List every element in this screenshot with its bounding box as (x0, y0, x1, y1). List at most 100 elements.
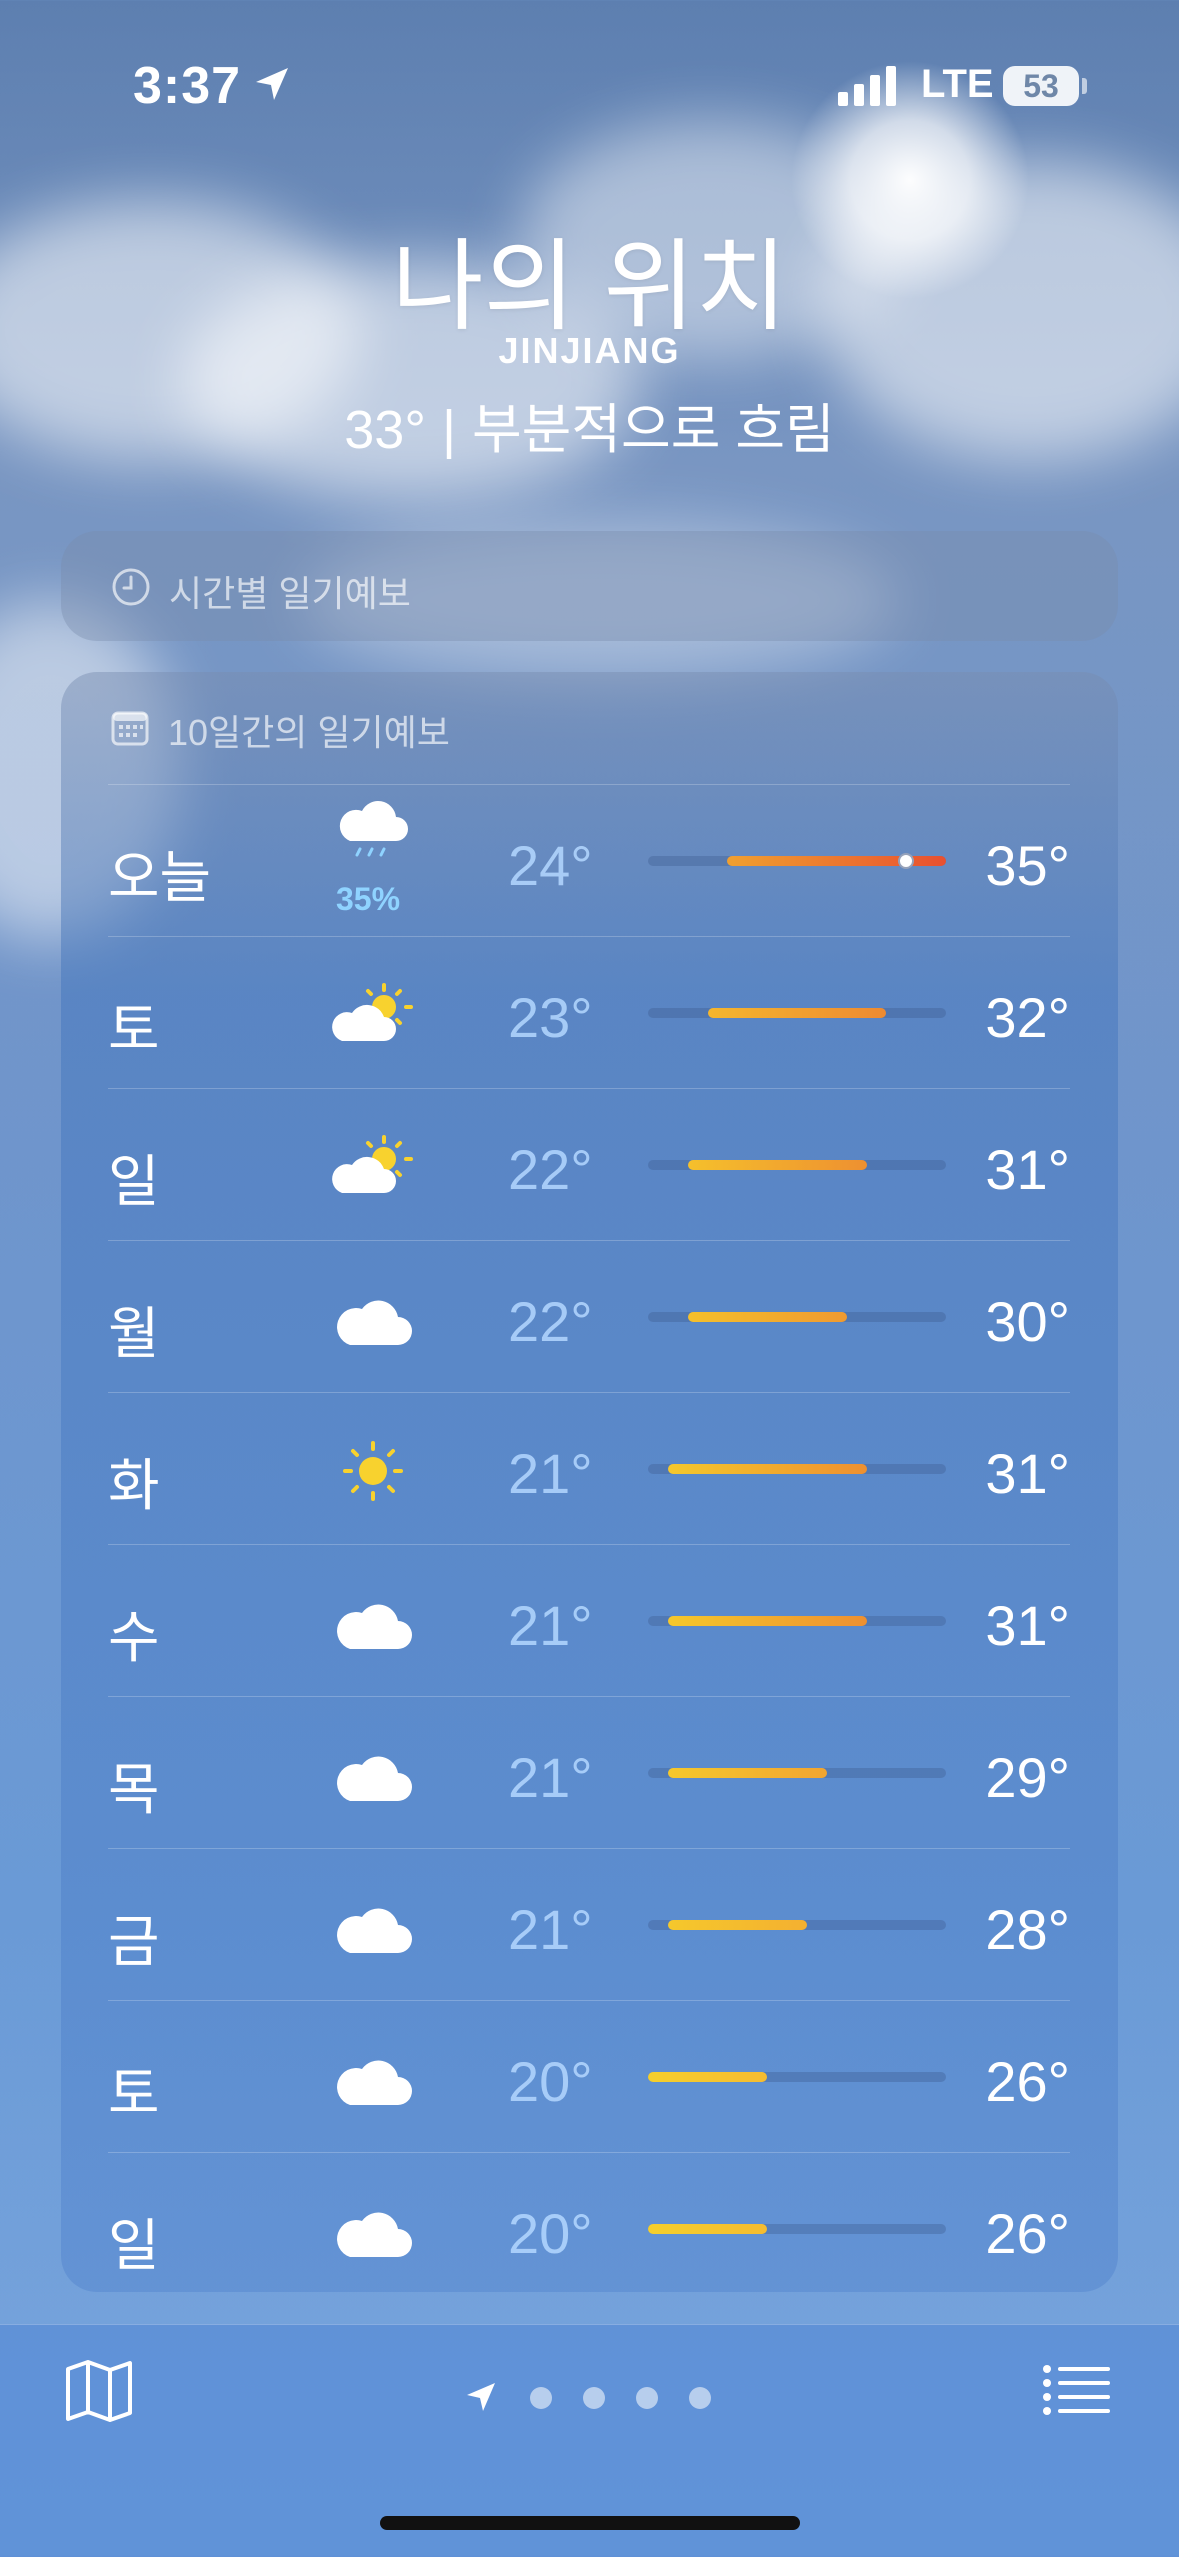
network-type: LTE (921, 62, 994, 106)
ten-day-forecast-card[interactable]: 10일간의 일기예보 오늘 35% 24° 35° 토 23° 32° 일 22° 31° 월 22°… (61, 672, 1118, 2292)
location-list-icon[interactable] (1042, 2363, 1112, 2419)
temp-range-fill (687, 1312, 847, 1322)
forecast-row: 목 21° 29° (108, 1696, 1070, 1848)
high-temp: 29° (985, 1746, 1070, 1809)
cell-signal-icon (838, 66, 896, 106)
battery-level: 53 (1023, 68, 1059, 104)
forecast-day: 토 (108, 998, 160, 1061)
forecast-row: 오늘 35% 24° 35° (108, 784, 1070, 936)
cloud-icon (328, 1279, 418, 1359)
forecast-row: 수 21° 31° (108, 1544, 1070, 1696)
low-temp: 21° (508, 1898, 593, 1961)
forecast-day: 목 (108, 1758, 160, 1821)
forecast-row: 금 21° 28° (108, 1848, 1070, 2000)
high-temp: 30° (985, 1290, 1070, 1353)
low-temp: 20° (508, 2050, 593, 2113)
high-temp: 35° (985, 834, 1070, 897)
summary-separator: | (441, 400, 456, 460)
low-temp: 21° (508, 1442, 593, 1505)
temp-range-bar (648, 2072, 946, 2082)
home-indicator[interactable] (380, 2516, 800, 2530)
temp-range-bar (648, 1312, 946, 1322)
forecast-rows: 오늘 35% 24° 35° 토 23° 32° 일 22° 31° 월 22° 30° 화 21° 31° 수… (108, 784, 1070, 2304)
calendar-icon (111, 711, 149, 746)
temp-range-bar (648, 1464, 946, 1474)
temp-range-fill (667, 1464, 867, 1474)
forecast-day: 월 (108, 1302, 160, 1365)
temp-range-bar (648, 2224, 946, 2234)
low-temp: 20° (508, 2202, 593, 2265)
partly-sunny-icon (328, 1127, 418, 1207)
battery-nub (1082, 78, 1087, 94)
high-temp: 26° (985, 2202, 1070, 2265)
high-temp: 31° (985, 1594, 1070, 1657)
temp-range-fill (648, 2224, 768, 2234)
temp-range-bar (648, 1616, 946, 1626)
forecast-row: 일 20° 26° (108, 2152, 1070, 2304)
temp-range-bar (648, 1920, 946, 1930)
forecast-day: 오늘 (108, 846, 212, 909)
forecast-row: 토 20° 26° (108, 2000, 1070, 2152)
high-temp: 31° (985, 1138, 1070, 1201)
high-temp: 26° (985, 2050, 1070, 2113)
forecast-row: 일 22° 31° (108, 1088, 1070, 1240)
cloud-icon (328, 1735, 418, 1815)
forecast-day: 수 (108, 1606, 160, 1669)
sun-icon (328, 1431, 418, 1511)
clock-icon (112, 568, 150, 606)
forecast-day: 화 (108, 1454, 160, 1517)
forecast-row: 화 21° 31° (108, 1392, 1070, 1544)
cloud-icon (328, 2191, 418, 2271)
map-icon[interactable] (64, 2359, 134, 2423)
low-temp: 21° (508, 1746, 593, 1809)
partly-sunny-icon (328, 975, 418, 1055)
hourly-forecast-card[interactable]: 시간별 일기예보 (61, 531, 1118, 641)
high-temp: 32° (985, 986, 1070, 1049)
status-bar: 3:37 LTE 53 (0, 0, 1179, 150)
high-temp: 31° (985, 1442, 1070, 1505)
page-dot[interactable] (636, 2387, 658, 2409)
low-temp: 21° (508, 1594, 593, 1657)
location-arrow-icon (256, 68, 288, 100)
temp-range-fill (667, 1616, 867, 1626)
temp-range-fill (707, 1008, 887, 1018)
low-temp: 23° (508, 986, 593, 1049)
cloud-icon (328, 2039, 418, 2119)
rain-cloud-icon (328, 797, 418, 877)
forecast-row: 토 23° 32° (108, 936, 1070, 1088)
page-dot[interactable] (583, 2387, 605, 2409)
precipitation-chance: 35% (335, 881, 401, 917)
forecast-day: 토 (108, 2062, 160, 2125)
current-summary: 33° | 부분적으로 흐림 (0, 385, 1179, 464)
temp-range-fill (687, 1160, 867, 1170)
current-condition: 부분적으로 흐림 (471, 400, 835, 460)
status-time: 3:37 (133, 57, 242, 115)
cloud-icon (328, 1887, 418, 1967)
forecast-day: 금 (108, 1910, 160, 1973)
cloud-icon (328, 1583, 418, 1663)
forecast-day: 일 (108, 2214, 160, 2277)
ten-day-forecast-label: 10일간의 일기예보 (168, 712, 450, 753)
high-temp: 28° (985, 1898, 1070, 1961)
temp-range-fill (667, 1920, 807, 1930)
forecast-day: 일 (108, 1150, 160, 1213)
location-title: 나의 위치 (391, 231, 788, 343)
temp-range-fill (648, 2072, 768, 2082)
battery-icon: 53 (1003, 66, 1079, 106)
temp-range-bar (648, 1160, 946, 1170)
temp-range-bar (648, 853, 946, 869)
low-temp: 22° (508, 1290, 593, 1353)
temp-range-bar (648, 1008, 946, 1018)
hourly-forecast-label: 시간별 일기예보 (169, 573, 411, 614)
forecast-row: 월 22° 30° (108, 1240, 1070, 1392)
page-dot[interactable] (689, 2387, 711, 2409)
temp-range-bar (648, 1768, 946, 1778)
page-dot[interactable] (530, 2387, 552, 2409)
low-temp: 22° (508, 1138, 593, 1201)
current-temp: 33° (344, 400, 426, 460)
low-temp: 24° (508, 834, 593, 897)
current-location-page-icon[interactable] (465, 2381, 497, 2413)
temp-range-fill (667, 1768, 827, 1778)
city-name: JINJIANG (498, 330, 681, 371)
current-temp-marker (898, 853, 915, 869)
